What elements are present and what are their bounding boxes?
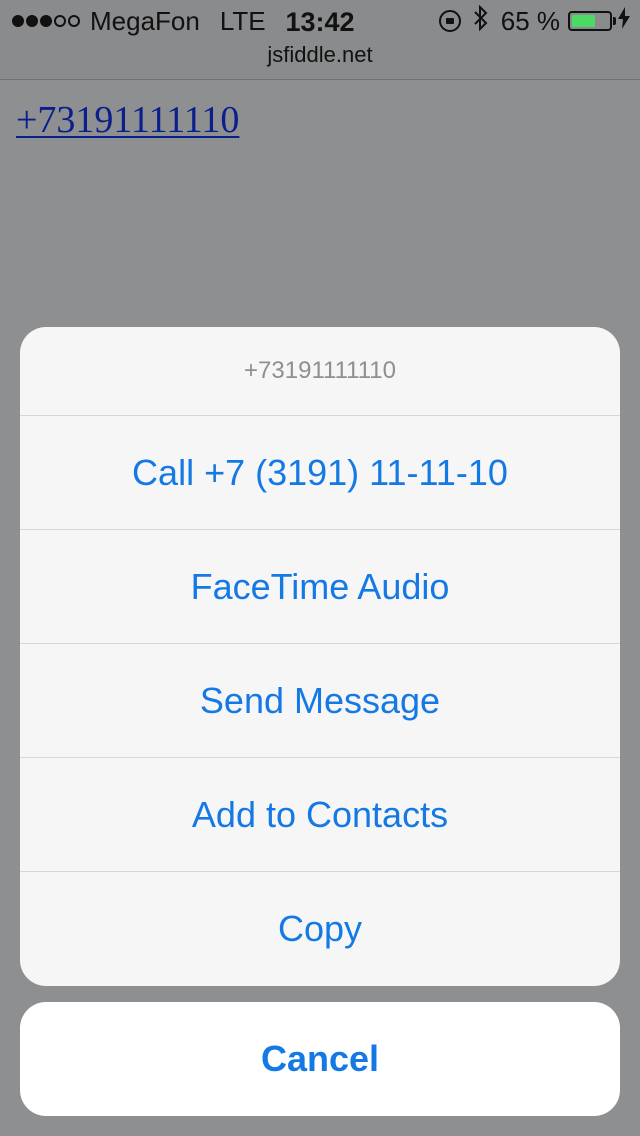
status-right-group: 65 % <box>438 4 630 38</box>
battery-icon <box>568 11 616 31</box>
facetime-audio-button[interactable]: FaceTime Audio <box>20 530 620 644</box>
address-url[interactable]: jsfiddle.net <box>0 42 640 68</box>
send-message-button[interactable]: Send Message <box>20 644 620 758</box>
action-sheet: +73191111110 Call +7 (3191) 11-11-10 Fac… <box>20 327 620 986</box>
bluetooth-icon <box>473 4 489 38</box>
battery-percent: 65 % <box>500 5 560 36</box>
add-to-contacts-button[interactable]: Add to Contacts <box>20 758 620 872</box>
phone-number-link[interactable]: +73191111110 <box>16 98 239 142</box>
copy-button[interactable]: Copy <box>20 872 620 986</box>
status-bar: MegaFon LTE 13:42 65 % jsfiddle.net <box>0 0 640 80</box>
cancel-button[interactable]: Cancel <box>20 1002 620 1116</box>
charging-icon <box>618 7 630 35</box>
call-button[interactable]: Call +7 (3191) 11-11-10 <box>20 416 620 530</box>
action-sheet-title: +73191111110 <box>20 327 620 416</box>
rotation-lock-icon <box>438 10 461 32</box>
battery-level-fill <box>572 15 596 27</box>
